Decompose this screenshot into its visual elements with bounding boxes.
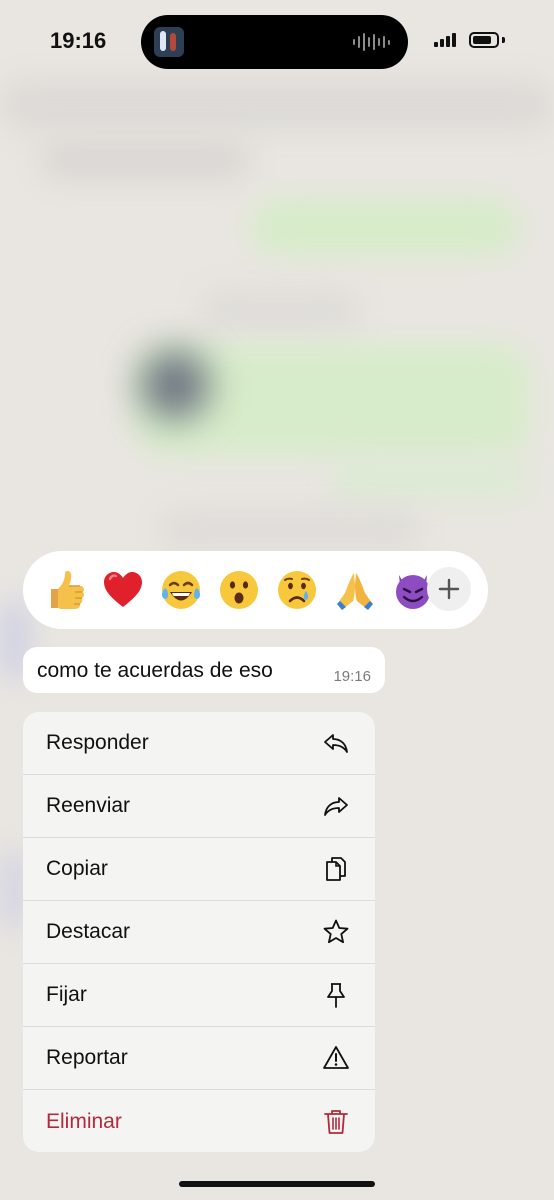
menu-item-label: Eliminar: [46, 1109, 122, 1133]
trash-icon: [322, 1108, 350, 1136]
plus-icon: [438, 578, 460, 600]
menu-item-reply[interactable]: Responder: [23, 712, 375, 775]
battery-cap: [502, 37, 505, 43]
pin-icon: [322, 981, 350, 1009]
message-bubble[interactable]: como te acuerdas de eso 19:16: [23, 647, 385, 693]
menu-item-label: Reenviar: [46, 794, 131, 817]
dynamic-island[interactable]: [141, 15, 408, 69]
message-text: como te acuerdas de eso: [37, 659, 273, 682]
tears-of-joy-emoji[interactable]: [158, 567, 204, 613]
now-playing-artwork: [154, 27, 184, 57]
reply-icon: [322, 729, 350, 757]
crying-emoji[interactable]: [274, 567, 320, 613]
red-heart-emoji[interactable]: [100, 567, 146, 613]
status-bar: 19:16: [0, 0, 554, 80]
status-time: 19:16: [50, 28, 107, 53]
menu-item-copy[interactable]: Copiar: [23, 838, 375, 901]
menu-item-pin[interactable]: Fijar: [23, 964, 375, 1027]
thumbs-up-emoji[interactable]: [42, 567, 88, 613]
astonished-emoji[interactable]: [216, 567, 262, 613]
more-reactions-button[interactable]: [427, 567, 471, 611]
menu-item-star[interactable]: Destacar: [23, 901, 375, 964]
battery-icon: [469, 32, 499, 48]
menu-item-label: Reportar: [46, 1046, 128, 1069]
cellular-signal-icon: [434, 33, 456, 47]
reaction-bar: [23, 551, 488, 629]
folded-hands-emoji[interactable]: [332, 567, 378, 613]
menu-item-label: Fijar: [46, 983, 87, 1006]
menu-item-delete[interactable]: Eliminar: [23, 1090, 375, 1152]
copy-icon: [322, 855, 350, 883]
warning-icon: [322, 1044, 350, 1072]
menu-item-label: Responder: [46, 731, 149, 754]
audio-waveform-icon: [353, 32, 390, 52]
menu-item-forward[interactable]: Reenviar: [23, 775, 375, 838]
forward-icon: [322, 792, 350, 820]
home-indicator[interactable]: [179, 1181, 375, 1187]
menu-item-label: Copiar: [46, 857, 108, 880]
star-icon: [322, 918, 350, 946]
message-time: 19:16: [333, 668, 371, 685]
menu-item-label: Destacar: [46, 920, 131, 943]
menu-item-report[interactable]: Reportar: [23, 1027, 375, 1090]
message-context-menu: Responder Reenviar Copiar Destacar Fijar: [23, 712, 375, 1152]
